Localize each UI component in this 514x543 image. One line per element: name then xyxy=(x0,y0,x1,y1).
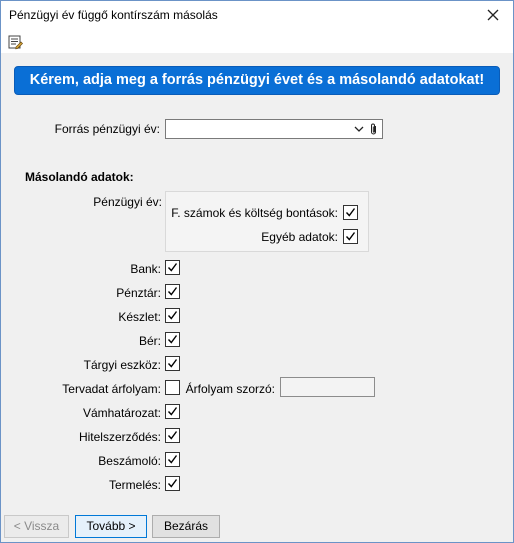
other-data-label: Egyéb adatok: xyxy=(261,230,338,244)
bank-label: Bank: xyxy=(130,262,161,276)
inventory-checkbox[interactable] xyxy=(165,308,180,323)
instruction-banner: Kérem, adja meg a forrás pénzügyi évet é… xyxy=(14,66,500,95)
report-label: Beszámoló: xyxy=(98,454,161,468)
report-checkbox[interactable] xyxy=(165,452,180,467)
fiscal-year-group: F. számok és költség bontások: Egyéb ada… xyxy=(165,191,369,252)
next-button[interactable]: Tovább > xyxy=(75,515,147,538)
chevron-down-icon[interactable] xyxy=(353,123,365,135)
bank-checkbox[interactable] xyxy=(165,260,180,275)
production-label: Termelés: xyxy=(108,478,161,492)
loan-contract-checkbox[interactable] xyxy=(165,428,180,443)
source-year-combobox[interactable] xyxy=(165,119,383,139)
window-title: Pénzügyi év függő kontírszám másolás xyxy=(9,8,218,22)
back-button[interactable]: < Vissza xyxy=(4,515,69,538)
customs-decision-label: Vámhatározat: xyxy=(82,406,161,420)
close-button[interactable]: Bezárás xyxy=(152,515,220,538)
cash-checkbox[interactable] xyxy=(165,284,180,299)
dialog-window: Pénzügyi év függő kontírszám másolás Kér… xyxy=(0,0,514,543)
fiscal-year-label: Pénzügyi év: xyxy=(93,195,162,209)
plan-rate-checkbox[interactable] xyxy=(165,380,180,395)
fiscal-accounts-checkbox[interactable] xyxy=(343,205,358,220)
cash-label: Pénztár: xyxy=(116,286,161,300)
rate-multiplier-input[interactable] xyxy=(280,377,375,397)
source-year-label: Forrás pénzügyi év: xyxy=(54,122,160,136)
section-title: Másolandó adatok: xyxy=(25,170,134,184)
fixed-assets-label: Tárgyi eszköz: xyxy=(83,358,161,372)
other-data-checkbox[interactable] xyxy=(343,229,358,244)
fixed-assets-checkbox[interactable] xyxy=(165,356,180,371)
plan-rate-label: Tervadat árfolyam: xyxy=(62,382,161,396)
payroll-checkbox[interactable] xyxy=(165,332,180,347)
production-checkbox[interactable] xyxy=(165,476,180,491)
toolbar xyxy=(1,31,513,53)
title-bar: Pénzügyi év függő kontírszám másolás xyxy=(1,1,513,31)
loan-contract-label: Hitelszerződés: xyxy=(78,430,161,444)
inventory-label: Készlet: xyxy=(118,310,161,324)
customs-decision-checkbox[interactable] xyxy=(165,404,180,419)
fiscal-accounts-label: F. számok és költség bontások: xyxy=(171,206,338,220)
dialog-content: Kérem, adja meg a forrás pénzügyi évet é… xyxy=(5,53,509,509)
payroll-label: Bér: xyxy=(138,334,161,348)
dialog-footer: < Vissza Tovább > Bezárás xyxy=(1,509,513,542)
close-icon[interactable] xyxy=(485,7,501,23)
paperclip-icon[interactable] xyxy=(368,122,379,136)
rate-multiplier-label: Árfolyam szorzó: xyxy=(185,382,275,396)
edit-properties-icon[interactable] xyxy=(7,34,23,50)
